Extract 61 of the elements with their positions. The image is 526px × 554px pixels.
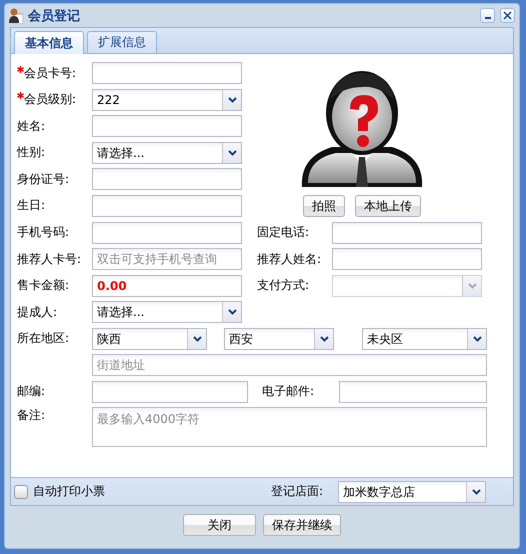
- input-field[interactable]: [92, 168, 242, 190]
- required-asterisk-icon: [17, 66, 24, 72]
- chevron-down-icon: [320, 336, 328, 342]
- chevron-down-icon: [228, 96, 236, 102]
- chevron-down-icon: [228, 309, 236, 315]
- required-asterisk-icon: [17, 92, 24, 99]
- input-field[interactable]: [92, 115, 242, 137]
- input-field[interactable]: [332, 222, 482, 244]
- dropdown[interactable]: 请选择...: [92, 301, 242, 323]
- chevron-down-icon: [468, 282, 476, 288]
- window-title: 会员登记: [28, 8, 81, 24]
- input-field[interactable]: [92, 194, 242, 216]
- input-field[interactable]: 双击可支持手机号查询: [92, 248, 242, 270]
- input-field[interactable]: [92, 62, 242, 84]
- field-label: 会员卡号:: [17, 64, 92, 82]
- dropdown[interactable]: 222: [92, 88, 242, 110]
- tab[interactable]: 扩展信息: [87, 31, 157, 53]
- dropdown[interactable]: 请选择...: [92, 142, 242, 164]
- input-field[interactable]: [332, 248, 482, 270]
- field-label: 电子邮件:: [262, 383, 316, 400]
- field-label: 所在地区:: [17, 330, 70, 347]
- checkbox[interactable]: [14, 484, 28, 498]
- user-icon: [9, 8, 23, 24]
- field-label: 售卡金额:: [17, 277, 70, 294]
- field-label: 会员级别:: [17, 91, 92, 108]
- street-field[interactable]: 街道地址: [92, 354, 487, 376]
- field-label: 性别:: [17, 144, 46, 161]
- dialog-button[interactable]: 关闭: [183, 514, 256, 536]
- field-label: 提成人:: [17, 304, 58, 320]
- field-label: 支付方式:: [257, 277, 310, 294]
- dialog-button[interactable]: 保存并继续: [263, 514, 341, 536]
- chevron-down-icon: [472, 488, 480, 494]
- field-label: 推荐人姓名:: [257, 250, 322, 268]
- chevron-down-icon: [192, 336, 202, 342]
- field-label: 姓名:: [17, 118, 46, 134]
- input-field[interactable]: [92, 380, 248, 402]
- field-label: 手机号码:: [17, 224, 70, 241]
- photo-button[interactable]: 拍照: [303, 195, 345, 217]
- remarks-field[interactable]: 最多输入4000字符: [92, 407, 487, 447]
- field-label: 登记店面:: [271, 483, 324, 500]
- checkbox-label: 自动打印小票: [33, 483, 105, 500]
- photo-button[interactable]: 本地上传: [355, 195, 421, 217]
- field-label: 推荐人卡号:: [17, 250, 82, 268]
- minimize-button[interactable]: [480, 8, 495, 23]
- dropdown[interactable]: 未央区: [362, 328, 487, 350]
- close-icon: [503, 11, 512, 20]
- chevron-down-icon: [472, 336, 482, 342]
- dropdown[interactable]: 陕西: [92, 328, 207, 350]
- dropdown[interactable]: 西安: [224, 328, 334, 350]
- close-button[interactable]: [500, 8, 515, 23]
- field-label: 生日:: [17, 197, 46, 214]
- dropdown[interactable]: 加米数字总店: [338, 480, 486, 502]
- input-field[interactable]: [92, 222, 242, 244]
- field-label: 身份证号:: [17, 170, 70, 188]
- input-field[interactable]: [339, 380, 487, 402]
- chevron-down-icon: [228, 150, 236, 156]
- field-label: 备注:: [17, 407, 46, 424]
- tab[interactable]: 基本信息: [14, 31, 84, 54]
- amount-field[interactable]: 0.00: [92, 274, 242, 296]
- field-label: 邮编:: [17, 383, 46, 400]
- field-label: 固定电话:: [257, 224, 310, 241]
